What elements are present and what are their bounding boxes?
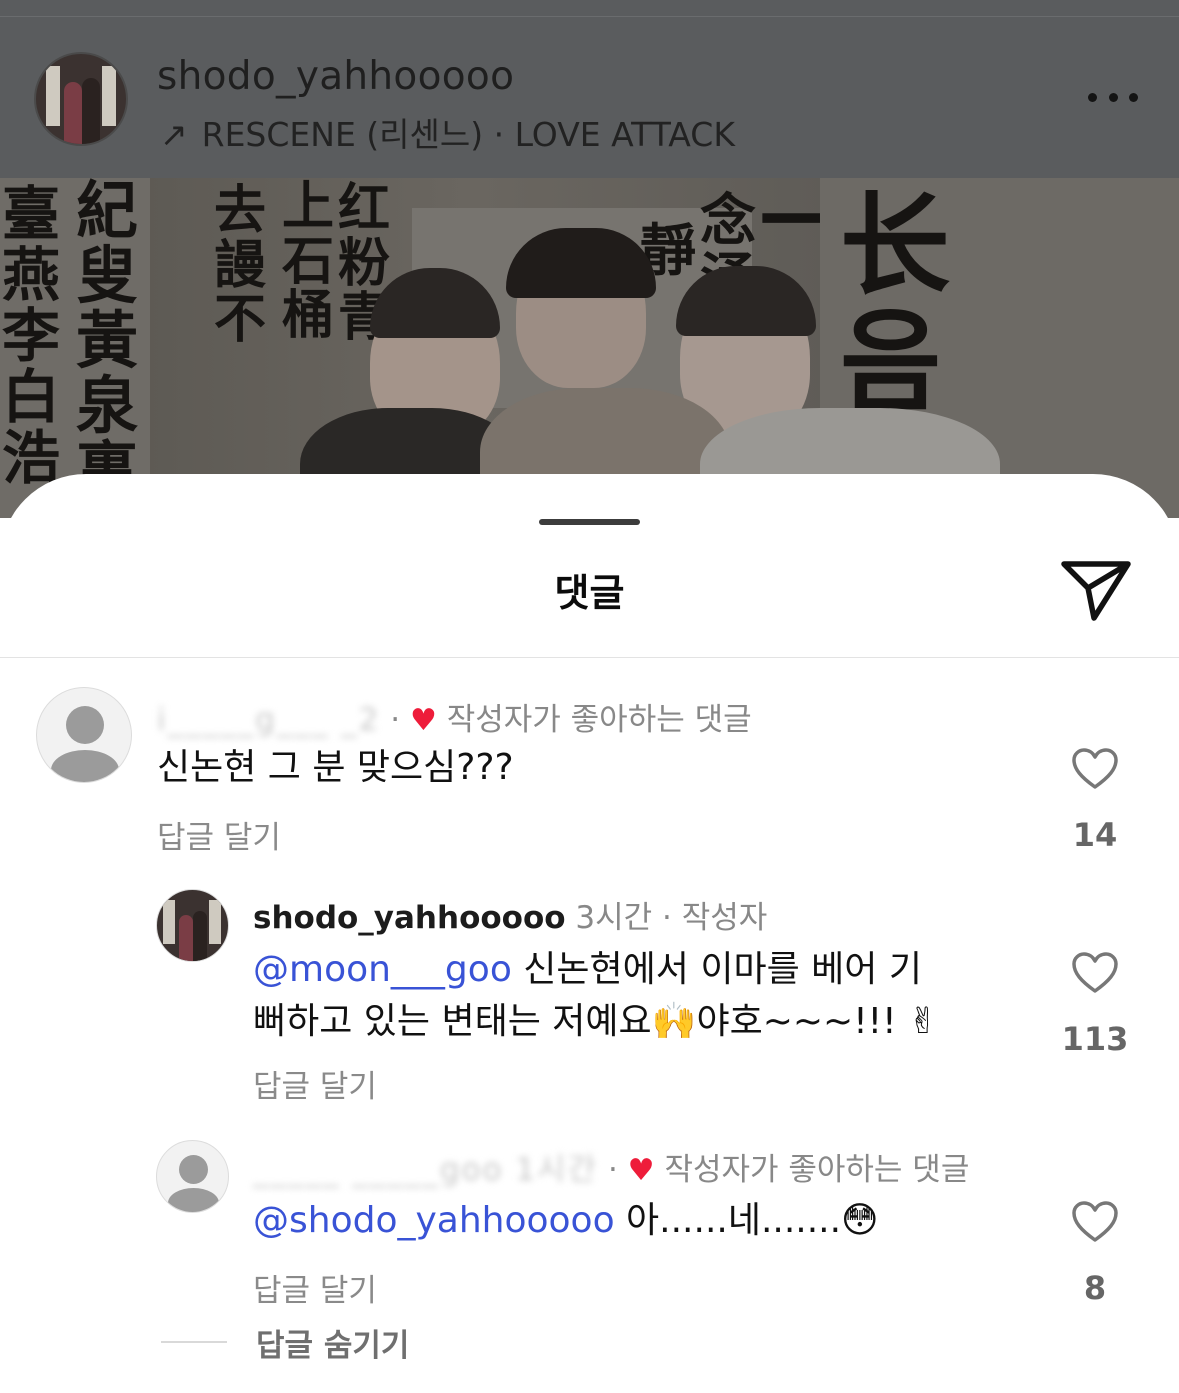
hide-replies-button[interactable]: 답글 숨기기	[256, 1320, 409, 1365]
send-icon[interactable]	[1060, 558, 1132, 624]
avatar-scroll	[102, 66, 116, 126]
post-author-avatar[interactable]	[34, 52, 128, 146]
status-divider	[0, 16, 1179, 17]
post-username[interactable]: shodo_yahhooooo	[157, 54, 514, 99]
avatar-figure	[64, 82, 82, 144]
commenter-avatar[interactable]	[36, 687, 132, 783]
comment-meta: i_____g___ _2 · ♥ 작성자가 좋아하는 댓글	[157, 702, 752, 738]
sheet-divider	[0, 657, 1179, 658]
comment-time: 3시간	[575, 900, 653, 936]
liked-by-author-label: 작성자가 좋아하는 댓글	[664, 1152, 970, 1188]
avatar-scroll	[46, 66, 60, 126]
comment-text-line2: 뻐하고 있는 변태는 저예요🙌야호~~~!!! ✌	[253, 1001, 939, 1042]
commenter-avatar[interactable]	[156, 1140, 229, 1213]
avatar-figure	[82, 78, 100, 144]
blurred-username[interactable]: i_____g___ _2	[157, 702, 380, 738]
post-header: shodo_yahhooooo ↗ RESCENE (리센느) · LOVE AT…	[0, 0, 1179, 178]
more-horizontal-icon[interactable]	[1088, 88, 1138, 106]
comment-text-body: 아......네.......😳	[614, 1200, 879, 1241]
audio-label: RESCENE (리센느) · LOVE ATTACK	[201, 115, 735, 154]
blurred-username[interactable]: _____ _____goo 1시간	[253, 1152, 598, 1188]
heart-icon[interactable]	[1071, 1200, 1119, 1244]
calligraphy-art: 臺燕李白浩	[2, 180, 61, 492]
comment-meta: _____ _____goo 1시간 · ♥ 작성자가 좋아하는 댓글	[253, 1152, 970, 1188]
calligraphy-art: 长음	[840, 181, 950, 426]
hide-replies-line	[161, 1341, 227, 1343]
author-avatar[interactable]	[156, 889, 229, 962]
comments-sheet: 댓글 i_____g___ _2 · ♥ 작성자가 좋아하는 댓글 신논현 그 …	[0, 474, 1179, 1393]
heart-icon[interactable]	[1071, 951, 1119, 995]
comment-text: @moon___goo 신논현에서 이마를 베어 기	[253, 944, 922, 996]
calligraphy-art: 紀叟黃泉裏	[76, 178, 139, 508]
mention-link[interactable]: @moon___goo	[253, 949, 512, 990]
heart-filled-icon: ♥	[627, 1153, 655, 1188]
comment-text-line1: 신논현에서 이마를 베어 기	[511, 949, 922, 990]
comment-meta: shodo_yahhooooo 3시간 · 작성자	[253, 900, 768, 936]
liked-by-author-label: 작성자가 좋아하는 댓글	[446, 702, 752, 738]
post-audio-track[interactable]: ↗ RESCENE (리센느) · LOVE ATTACK	[160, 108, 735, 156]
like-count: 113	[1061, 1020, 1129, 1058]
like-count: 14	[1072, 816, 1118, 854]
comment-text: @shodo_yahhooooo 아......네.......😳	[253, 1195, 879, 1247]
like-count: 8	[1083, 1269, 1107, 1307]
comment-username[interactable]: shodo_yahhooooo	[253, 900, 566, 936]
calligraphy-art: 去謾不	[214, 180, 267, 351]
calligraphy-art: 上石桶	[282, 178, 335, 347]
arrow-up-right-icon: ↗	[160, 115, 188, 154]
author-tag: 작성자	[681, 900, 768, 936]
heart-icon[interactable]	[1071, 747, 1119, 791]
reply-button[interactable]: 답글 달기	[157, 812, 281, 857]
comment-text: 신논현 그 분 맞으심???	[157, 747, 514, 788]
reply-button[interactable]: 답글 달기	[253, 1265, 377, 1310]
sheet-title: 댓글	[554, 571, 625, 615]
drag-handle[interactable]	[539, 519, 640, 525]
post-photo[interactable]: 臺燕李白浩 紀叟黃泉裏 去謾不 上石桶 红粉青 靜 念涌 一 长음	[0, 178, 1179, 518]
reply-button[interactable]: 답글 달기	[253, 1061, 377, 1106]
heart-filled-icon: ♥	[409, 703, 437, 738]
mention-link[interactable]: @shodo_yahhooooo	[253, 1200, 615, 1241]
